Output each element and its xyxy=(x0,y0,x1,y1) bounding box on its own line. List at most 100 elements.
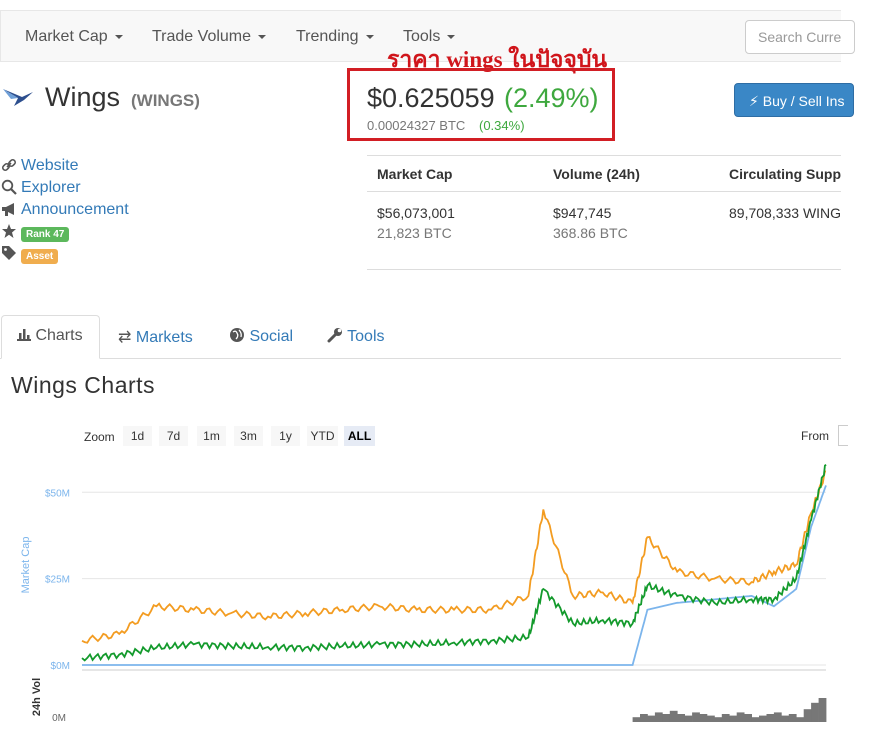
tag-icon xyxy=(2,246,16,260)
link-icon xyxy=(1,158,17,172)
volume-bar xyxy=(669,710,678,722)
y-axis-label: Market Cap xyxy=(20,537,32,594)
zoom-ytd-button[interactable]: YTD xyxy=(307,426,338,446)
market-cap-usd: $56,073,001 xyxy=(377,205,455,221)
caret-down-icon xyxy=(365,34,374,39)
volume-bar xyxy=(818,698,827,722)
coin-name: Wings xyxy=(45,82,121,112)
volume-bar xyxy=(662,714,671,722)
nav-trending-label: Trending xyxy=(296,28,359,45)
circulating-supply: 89,708,333 WING xyxy=(729,205,841,221)
tabs-border xyxy=(0,358,841,359)
stats-header-market-cap: Market Cap xyxy=(377,166,453,182)
volume-bar xyxy=(759,715,767,722)
volume-bar xyxy=(640,714,648,722)
y-tick-label: $50M xyxy=(45,488,70,499)
nav-market-cap-label: Market Cap xyxy=(25,28,108,45)
zoom-7d-button[interactable]: 7d xyxy=(159,426,188,446)
tab-charts-label: Charts xyxy=(17,327,83,345)
stats-header-volume: Volume (24h) xyxy=(553,166,640,182)
from-label: From xyxy=(801,429,829,443)
caret-down-icon xyxy=(114,34,123,39)
volume-bar xyxy=(729,715,738,722)
nav-trade-volume-label: Trade Volume xyxy=(152,28,252,45)
rank-badge: Rank 47 xyxy=(21,227,70,242)
tab-social[interactable]: Social xyxy=(229,327,293,346)
website-link[interactable]: Website xyxy=(21,157,79,175)
coin-symbol: (WINGS) xyxy=(131,91,200,110)
volume-tick-label: 0M xyxy=(52,713,66,724)
bar-chart-icon xyxy=(17,329,31,341)
price-change-btc: (0.34%) xyxy=(479,118,525,133)
explorer-link[interactable]: Explorer xyxy=(21,179,81,197)
series-line-price-usd xyxy=(81,470,827,644)
volume-bar xyxy=(766,714,775,722)
search-icon xyxy=(1,179,17,195)
zoom-all-button[interactable]: ALL xyxy=(344,426,375,446)
tab-tools[interactable]: Tools xyxy=(327,327,385,346)
search-input[interactable] xyxy=(745,20,855,54)
series-line-market-cap xyxy=(82,485,827,666)
volume-bar xyxy=(692,712,700,722)
bullhorn-icon xyxy=(2,203,14,216)
buy-sell-button[interactable]: ⚡︎ Buy / Sell Ins xyxy=(734,83,854,117)
volume-bar xyxy=(773,712,782,722)
volume-axis-label: 24h Vol xyxy=(31,678,43,716)
caret-down-icon xyxy=(258,34,267,39)
volume-bar xyxy=(788,714,797,722)
volume-bar xyxy=(811,702,819,722)
caret-down-icon xyxy=(447,34,456,39)
volume-bar xyxy=(721,714,730,722)
volume-bar xyxy=(707,715,715,722)
star-icon xyxy=(2,224,16,238)
volume-bar xyxy=(803,709,812,722)
stats-top-border xyxy=(367,155,841,156)
market-cap-btc: 21,823 BTC xyxy=(377,225,452,241)
tab-markets-label: Markets xyxy=(135,329,193,346)
series-line-price-btc xyxy=(81,463,827,662)
from-date-input[interactable] xyxy=(838,425,848,446)
volume-bar xyxy=(744,714,752,722)
market-cap-chart[interactable]: $0M $25M $50M Market Cap 24h Vol 0M xyxy=(0,455,841,736)
volume-bar xyxy=(632,717,641,722)
volume-bar xyxy=(647,715,656,722)
volume-bar xyxy=(654,712,663,722)
tab-markets[interactable]: ⇄ Markets xyxy=(118,327,193,347)
buy-sell-label: Buy / Sell Ins xyxy=(762,93,845,109)
y-tick-label: $0M xyxy=(51,661,70,672)
exchange-icon: ⇄ xyxy=(118,329,132,346)
charts-heading: Wings Charts xyxy=(11,372,156,398)
volume-bar xyxy=(751,717,760,722)
volume-bar xyxy=(781,715,790,722)
volume-usd: $947,745 xyxy=(553,205,612,221)
stats-bottom-border xyxy=(367,269,841,270)
zoom-1m-button[interactable]: 1m xyxy=(197,426,226,446)
tab-tools-label: Tools xyxy=(347,328,385,345)
volume-bar xyxy=(714,717,723,722)
nav-market-cap[interactable]: Market Cap xyxy=(25,28,123,46)
stats-header-supply: Circulating Supp xyxy=(729,166,841,182)
stats-header-border xyxy=(367,191,841,192)
zoom-3m-button[interactable]: 3m xyxy=(234,426,263,446)
zoom-1d-button[interactable]: 1d xyxy=(123,426,152,446)
volume-bar xyxy=(796,717,804,722)
announcement-link[interactable]: Announcement xyxy=(21,201,129,219)
volume-bar xyxy=(677,714,685,722)
wings-logo-icon xyxy=(3,89,33,106)
asset-badge: Asset xyxy=(21,249,59,264)
price-change-usd: (2.49%) xyxy=(504,83,599,113)
zoom-label: Zoom xyxy=(84,430,115,444)
nav-trade-volume[interactable]: Trade Volume xyxy=(152,28,267,46)
volume-btc: 368.86 BTC xyxy=(553,225,628,241)
price-btc: 0.00024327 BTC xyxy=(367,118,466,133)
zoom-1y-button[interactable]: 1y xyxy=(271,426,300,446)
volume-bar xyxy=(736,712,745,722)
tab-social-label: Social xyxy=(249,328,294,345)
wrench-icon xyxy=(327,328,342,343)
nav-trending[interactable]: Trending xyxy=(296,28,374,46)
price-usd: $0.625059 xyxy=(367,83,495,113)
globe-icon xyxy=(230,328,244,342)
tab-charts-text: Charts xyxy=(35,327,83,344)
y-tick-label: $25M xyxy=(45,575,70,586)
volume-bar xyxy=(699,714,708,722)
